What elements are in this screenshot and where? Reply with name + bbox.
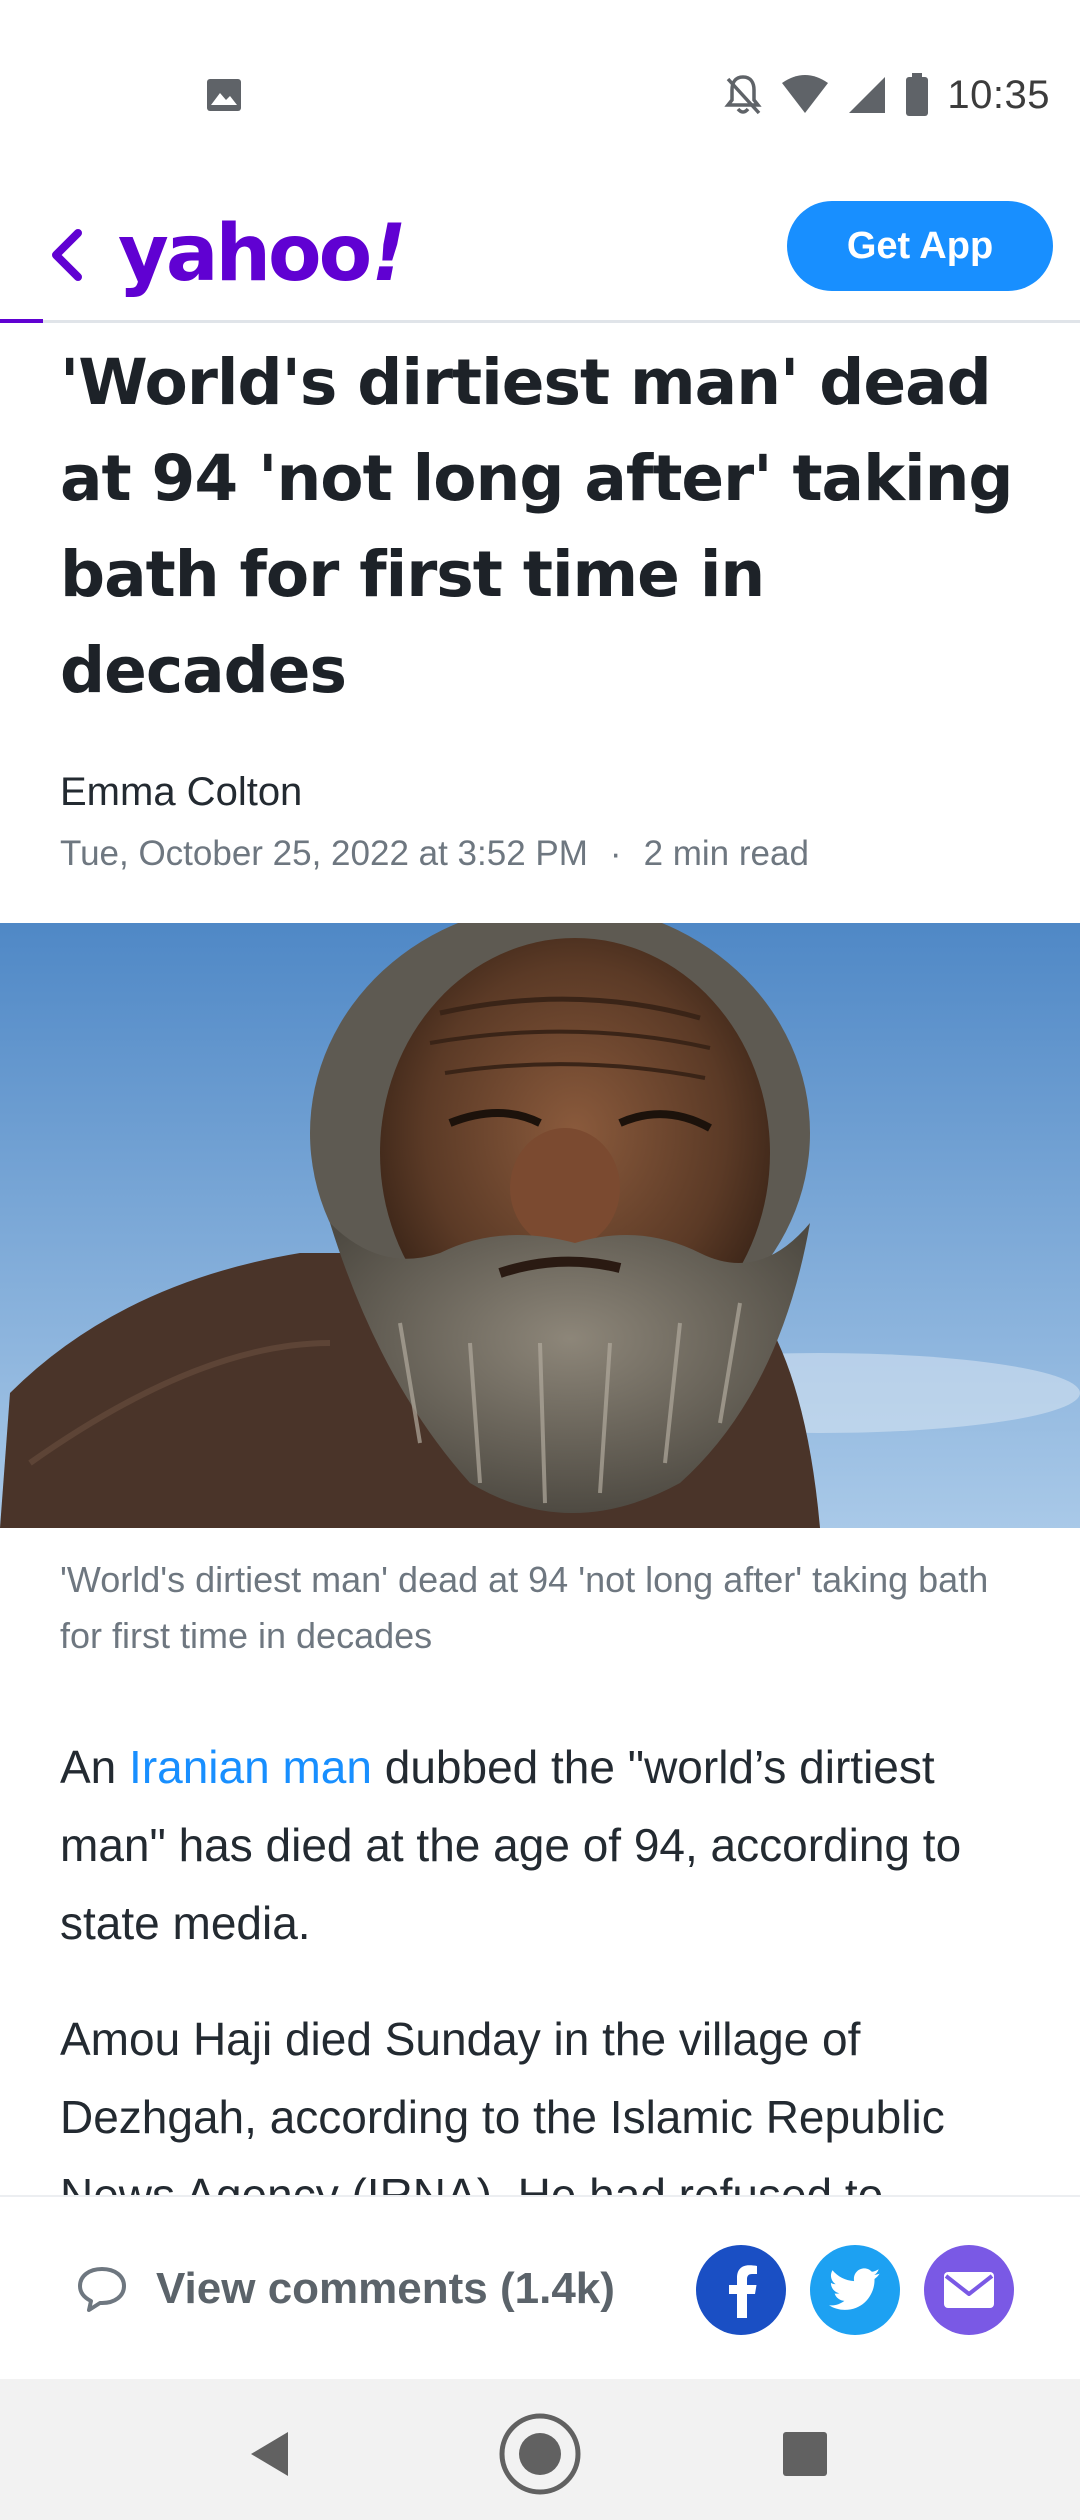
home-circle-icon bbox=[499, 2413, 581, 2495]
system-nav-bar bbox=[0, 2379, 1080, 2520]
back-triangle-icon bbox=[251, 2432, 288, 2476]
author-name[interactable]: Emma Colton bbox=[60, 770, 302, 815]
nav-back-button[interactable] bbox=[225, 2409, 315, 2499]
view-comments-label: View comments (1.4k) bbox=[156, 2264, 615, 2313]
status-bar: 10:35 bbox=[0, 0, 1080, 190]
paragraph-1-start: An bbox=[60, 1741, 130, 1793]
nav-home-button[interactable] bbox=[495, 2409, 585, 2499]
read-time: 2 min read bbox=[643, 834, 809, 873]
notifications-off-icon bbox=[724, 75, 763, 115]
meta-separator: · bbox=[609, 834, 622, 873]
status-time: 10:35 bbox=[947, 72, 1050, 117]
mail-icon bbox=[944, 2272, 994, 2308]
comment-bubble-icon bbox=[78, 2267, 126, 2312]
article-paragraph-1: An Iranian man dubbed the "world’s dirti… bbox=[60, 1728, 1030, 1962]
recents-square-icon bbox=[783, 2432, 827, 2476]
article-headline: 'World's dirtiest man' dead at 94 'not l… bbox=[60, 346, 1014, 707]
yahoo-logo-text: yahoo bbox=[118, 209, 372, 299]
app-header: yahoo! Get App bbox=[0, 190, 1080, 320]
share-facebook-button[interactable] bbox=[696, 2245, 786, 2335]
article-meta: Tue, October 25, 2022 at 3:52 PM · 2 min… bbox=[60, 834, 809, 874]
publish-date: Tue, October 25, 2022 at 3:52 PM bbox=[60, 834, 588, 873]
back-button[interactable] bbox=[36, 220, 96, 290]
view-comments-button[interactable]: View comments (1.4k) bbox=[76, 2259, 615, 2319]
wifi-icon bbox=[782, 75, 829, 113]
get-app-button[interactable]: Get App bbox=[787, 201, 1053, 291]
chevron-left-icon bbox=[52, 229, 82, 281]
share-mail-button[interactable] bbox=[924, 2245, 1014, 2335]
share-twitter-button[interactable] bbox=[810, 2245, 900, 2335]
article-hero-image[interactable] bbox=[0, 923, 1080, 1528]
nav-recents-button[interactable] bbox=[760, 2409, 850, 2499]
facebook-icon bbox=[729, 2265, 757, 2318]
image-caption: 'World's dirtiest man' dead at 94 'not l… bbox=[60, 1559, 989, 1656]
status-icons: 10:35 bbox=[723, 66, 1050, 124]
cellular-signal-icon bbox=[849, 77, 886, 113]
iranian-man-link[interactable]: Iranian man bbox=[129, 1741, 372, 1793]
article-toolbar: View comments (1.4k) bbox=[0, 2195, 1080, 2381]
battery-icon bbox=[906, 73, 929, 116]
twitter-icon bbox=[829, 2268, 881, 2310]
yahoo-logo-bang: ! bbox=[371, 209, 407, 299]
hero-photo bbox=[0, 923, 1080, 1528]
read-progress-bar bbox=[0, 319, 44, 323]
yahoo-logo[interactable]: yahoo! bbox=[118, 204, 407, 304]
image-notification-icon bbox=[207, 79, 241, 111]
header-divider bbox=[0, 320, 1080, 323]
